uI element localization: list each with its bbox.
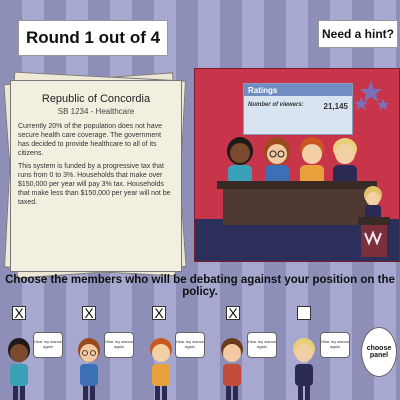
viewers-count: 21,145 bbox=[323, 102, 348, 111]
member-checkbox[interactable]: X bbox=[12, 306, 26, 320]
member-avatar[interactable] bbox=[289, 334, 319, 400]
round-indicator: Round 1 out of 4 bbox=[18, 20, 168, 56]
member-avatar[interactable] bbox=[217, 334, 247, 400]
panel-desk bbox=[217, 181, 377, 189]
policy-bill-subtitle: SB 1234 - Healthcare bbox=[57, 107, 135, 116]
viewers-label: Number of viewers: bbox=[248, 102, 304, 108]
policy-card-front: Republic of Concordia SB 1234 - Healthca… bbox=[10, 80, 182, 272]
podium bbox=[358, 217, 390, 257]
policy-paragraph: This system is funded by a progressive t… bbox=[18, 163, 171, 206]
policy-country-title: Republic of Concordia bbox=[41, 93, 151, 105]
member-avatar[interactable] bbox=[146, 334, 176, 400]
hear-stance-bubble[interactable]: Hear my stance again bbox=[247, 332, 277, 358]
member-checkbox[interactable]: X bbox=[82, 306, 96, 320]
member-checkbox[interactable]: X bbox=[226, 306, 240, 320]
member-checkbox[interactable]: X bbox=[152, 306, 166, 320]
member-avatar[interactable] bbox=[4, 334, 34, 400]
hear-stance-bubble[interactable]: Hear my stance again bbox=[320, 332, 350, 358]
choose-panel-button[interactable]: choose panel bbox=[361, 327, 397, 377]
hear-stance-bubble[interactable]: Hear my stance again bbox=[104, 332, 134, 358]
debate-stage-scene: Ratings Number of viewers: 21,145 bbox=[194, 68, 400, 262]
hear-stance-bubble[interactable]: Hear my stance again bbox=[33, 332, 63, 358]
hear-stance-bubble[interactable]: Hear my stance again bbox=[175, 332, 205, 358]
policy-card: Republic of Concordia SB 1234 - Healthca… bbox=[3, 71, 187, 279]
ratings-panel: Ratings Number of viewers: 21,145 bbox=[243, 83, 353, 135]
ratings-title: Ratings bbox=[244, 84, 352, 96]
viewers-row: Number of viewers: 21,145 bbox=[244, 96, 352, 117]
policy-paragraph: Currently 20% of the population does not… bbox=[18, 123, 162, 157]
need-hint-button[interactable]: Need a hint? bbox=[318, 20, 398, 48]
member-avatar[interactable] bbox=[74, 334, 104, 400]
member-checkbox[interactable] bbox=[297, 306, 311, 320]
instruction-prompt: Choose the members who will be debating … bbox=[5, 274, 395, 298]
